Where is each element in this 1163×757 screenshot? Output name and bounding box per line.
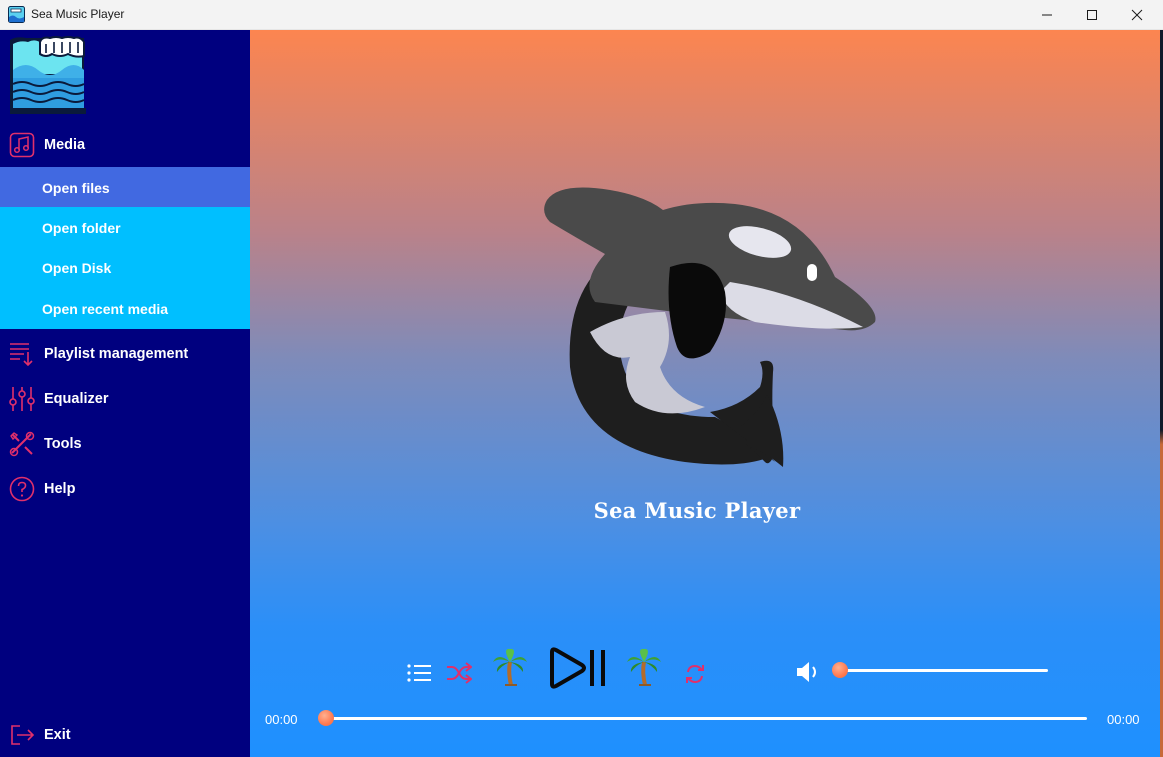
submenu-open-files-label: Open files bbox=[42, 180, 110, 196]
play-pause-icon[interactable] bbox=[546, 646, 608, 690]
repeat-icon[interactable] bbox=[684, 663, 706, 685]
exit-button[interactable]: Exit bbox=[0, 713, 250, 757]
submenu-open-files[interactable]: Open files bbox=[0, 167, 250, 207]
volume-slider-knob[interactable] bbox=[832, 662, 848, 678]
help-icon bbox=[9, 476, 35, 502]
sidebar: Media Open files Open folder Open Disk O… bbox=[0, 30, 250, 757]
app-name-heading: Sea Music Player bbox=[593, 498, 801, 523]
current-time: 00:00 bbox=[265, 712, 298, 727]
palm-tree-icon[interactable] bbox=[626, 648, 662, 686]
wave-logo bbox=[10, 36, 86, 115]
orca-icon bbox=[544, 187, 876, 467]
menu-tools[interactable]: Tools bbox=[0, 422, 250, 466]
speaker-icon[interactable] bbox=[795, 659, 821, 685]
shuffle-icon[interactable] bbox=[446, 662, 472, 684]
volume-slider[interactable] bbox=[840, 669, 1048, 672]
window-title: Sea Music Player bbox=[31, 7, 125, 21]
seek-slider-knob[interactable] bbox=[318, 710, 334, 726]
submenu-open-recent-media[interactable]: Open recent media bbox=[0, 288, 250, 328]
tools-icon bbox=[9, 431, 35, 457]
main-panel: Sea Music Player 00:00 00:00 bbox=[250, 30, 1160, 757]
menu-equalizer[interactable]: Equalizer bbox=[0, 377, 250, 421]
title-bar: Sea Music Player bbox=[0, 0, 1163, 30]
menu-help-label: Help bbox=[44, 481, 76, 497]
menu-media[interactable]: Media bbox=[0, 123, 250, 167]
submenu-open-folder[interactable]: Open folder bbox=[0, 207, 250, 247]
submenu-open-folder-label: Open folder bbox=[42, 220, 121, 236]
seek-slider[interactable] bbox=[326, 717, 1087, 720]
maximize-icon bbox=[1087, 10, 1097, 20]
menu-media-label: Media bbox=[44, 137, 86, 153]
submenu-open-disk[interactable]: Open Disk bbox=[0, 247, 250, 287]
menu-playlist-management[interactable]: Playlist management bbox=[0, 332, 250, 376]
maximize-button[interactable] bbox=[1069, 0, 1115, 30]
playlist-icon bbox=[10, 343, 33, 367]
exit-icon bbox=[11, 725, 35, 745]
menu-help[interactable]: Help bbox=[0, 467, 250, 511]
close-icon bbox=[1131, 9, 1143, 21]
equalizer-icon bbox=[9, 387, 35, 411]
submenu-open-recent-media-label: Open recent media bbox=[42, 301, 169, 317]
minimize-icon bbox=[1042, 14, 1052, 16]
palm-tree-icon[interactable] bbox=[492, 648, 528, 686]
menu-playlist-label: Playlist management bbox=[44, 346, 189, 362]
music-note-icon bbox=[9, 132, 35, 158]
media-submenu: Open files Open folder Open Disk Open re… bbox=[0, 167, 250, 329]
close-button[interactable] bbox=[1114, 0, 1160, 30]
wave-app-icon bbox=[8, 6, 25, 23]
exit-label: Exit bbox=[44, 727, 71, 743]
playlist-icon[interactable] bbox=[406, 662, 432, 684]
submenu-open-disk-label: Open Disk bbox=[42, 260, 112, 276]
minimize-button[interactable] bbox=[1024, 0, 1070, 30]
total-time: 00:00 bbox=[1107, 712, 1140, 727]
menu-tools-label: Tools bbox=[44, 436, 82, 452]
menu-equalizer-label: Equalizer bbox=[44, 391, 109, 407]
